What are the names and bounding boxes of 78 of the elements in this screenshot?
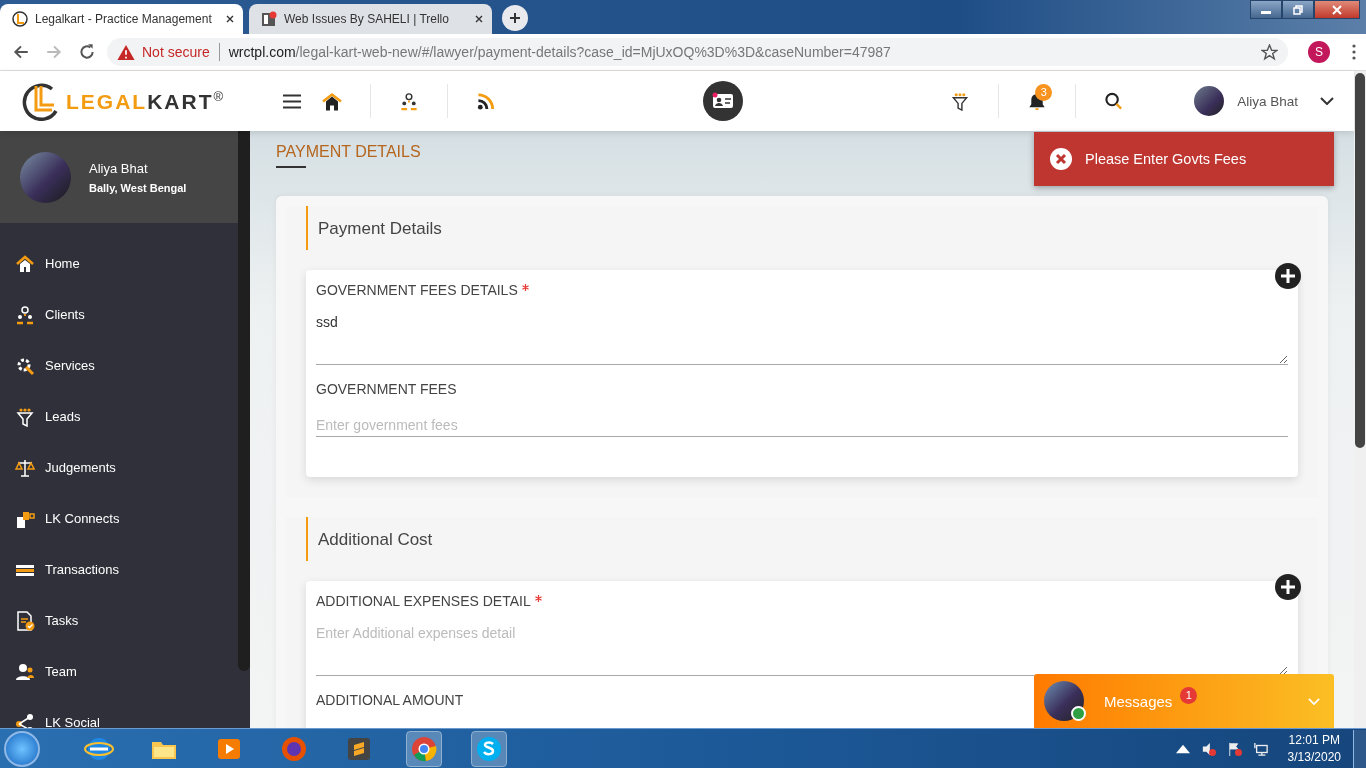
minimize-button[interactable]	[1250, 0, 1282, 19]
field-label: ADDITIONAL EXPENSES DETAIL	[316, 593, 531, 609]
close-icon	[1332, 4, 1342, 15]
new-tab-button[interactable]	[502, 5, 528, 31]
messages-label: Messages	[1104, 692, 1173, 710]
contact-card-button[interactable]	[703, 81, 744, 121]
field-label: GOVERNMENT FEES	[316, 381, 457, 397]
field-label: ADDITIONAL AMOUNT	[316, 692, 464, 708]
minimize-icon	[1261, 11, 1271, 14]
tasks-icon	[15, 610, 35, 631]
restore-icon	[1293, 4, 1303, 15]
search-icon[interactable]	[1104, 91, 1125, 111]
flag-icon[interactable]	[1227, 741, 1242, 756]
warning-icon	[117, 44, 135, 60]
sidebar-item[interactable]: Clients	[0, 289, 238, 340]
field-label: GOVERNMENT FEES DETAILS	[316, 282, 518, 298]
contact-card-icon	[712, 92, 735, 110]
input-field[interactable]: Enter government fees	[316, 413, 1288, 437]
profile-name: Aliya Bhat	[89, 160, 149, 176]
sidebar-item[interactable]: LK Connects	[0, 493, 238, 544]
section-heading: Additional Cost	[306, 517, 1318, 561]
sidebar-item[interactable]: Transactions	[0, 544, 238, 595]
text-area[interactable]: ssd	[316, 314, 1288, 365]
speaker-muted-icon[interactable]	[1201, 741, 1216, 756]
sidebar-item[interactable]: Judgements	[0, 442, 238, 493]
menu-icon[interactable]	[1352, 44, 1356, 60]
reload-icon[interactable]	[78, 43, 96, 61]
user-avatar[interactable]	[1194, 86, 1225, 116]
start-button[interactable]	[4, 730, 40, 767]
close-icon[interactable]	[474, 14, 484, 24]
messages-badge: 1	[1180, 686, 1198, 704]
clock[interactable]: 12:01 PM 3/13/2020	[1287, 733, 1341, 764]
menu-icon[interactable]	[282, 91, 302, 111]
close-icon[interactable]	[225, 14, 235, 24]
show-desktop-button[interactable]	[1353, 729, 1366, 768]
funnel-icon[interactable]	[950, 91, 971, 111]
restore-button[interactable]	[1282, 0, 1314, 19]
sidebar-item[interactable]: LK Social	[0, 697, 238, 728]
error-icon	[1049, 147, 1073, 171]
network-icon[interactable]	[1253, 741, 1268, 756]
section-heading: Payment Details	[306, 206, 1318, 250]
back-icon[interactable]	[12, 43, 30, 61]
rss-icon[interactable]	[476, 91, 496, 111]
logo-icon	[12, 11, 28, 27]
star-icon[interactable]	[1261, 43, 1278, 61]
leads-icon	[15, 406, 35, 427]
address-field[interactable]: Not secure wrctpl.com/legal-kart-web-new/#/lawyer/payment-details?case_id=MjUxOQ%3D%3D&caseNumber=47987	[107, 38, 1288, 66]
add-icon[interactable]	[1274, 262, 1302, 290]
judgements-icon	[15, 457, 35, 478]
home-icon	[15, 253, 35, 274]
scrollbar-thumb[interactable]	[1355, 73, 1365, 448]
social-icon	[15, 712, 35, 728]
profile-location: Bally, West Bengal	[89, 181, 187, 194]
browser-tab[interactable]: Web Issues By SAHELI | Trello	[249, 4, 492, 34]
plus-icon	[509, 12, 521, 24]
notification-badge: 3	[1035, 83, 1053, 101]
profile-avatar[interactable]: S	[1308, 41, 1330, 63]
board-icon	[261, 11, 277, 27]
sidebar-item[interactable]: Leads	[0, 391, 238, 442]
home-icon[interactable]	[322, 91, 342, 111]
sidebar-item[interactable]: Services	[0, 340, 238, 391]
chevron-down-icon[interactable]	[1320, 97, 1334, 105]
toast-message: Please Enter Govts Fees	[1085, 151, 1247, 167]
sidebar-scrollbar[interactable]	[238, 131, 250, 671]
team-icon	[15, 661, 35, 682]
logo-text: LEGALKART$^{®}$	[66, 88, 224, 114]
user-name[interactable]: Aliya Bhat	[1237, 93, 1298, 109]
security-label: Not secure	[142, 44, 210, 60]
sidebar-item[interactable]: Tasks	[0, 595, 238, 646]
page-title: PAYMENT DETAILS	[276, 143, 421, 161]
url-text: wrctpl.com/legal-kart-web-new/#/lawyer/payment-details?case_id=MjUxOQ%3D%3D&caseNumber=47987	[228, 44, 892, 60]
browser-tab[interactable]: Legalkart - Practice Management	[0, 4, 243, 34]
add-icon[interactable]	[1274, 573, 1302, 601]
sidebar-item[interactable]: Team	[0, 646, 238, 697]
sidebar-item[interactable]: Home	[0, 238, 238, 289]
messages-bar[interactable]: Messages 1	[1034, 674, 1334, 728]
profile-photo	[20, 151, 71, 203]
close-button[interactable]	[1314, 0, 1360, 19]
